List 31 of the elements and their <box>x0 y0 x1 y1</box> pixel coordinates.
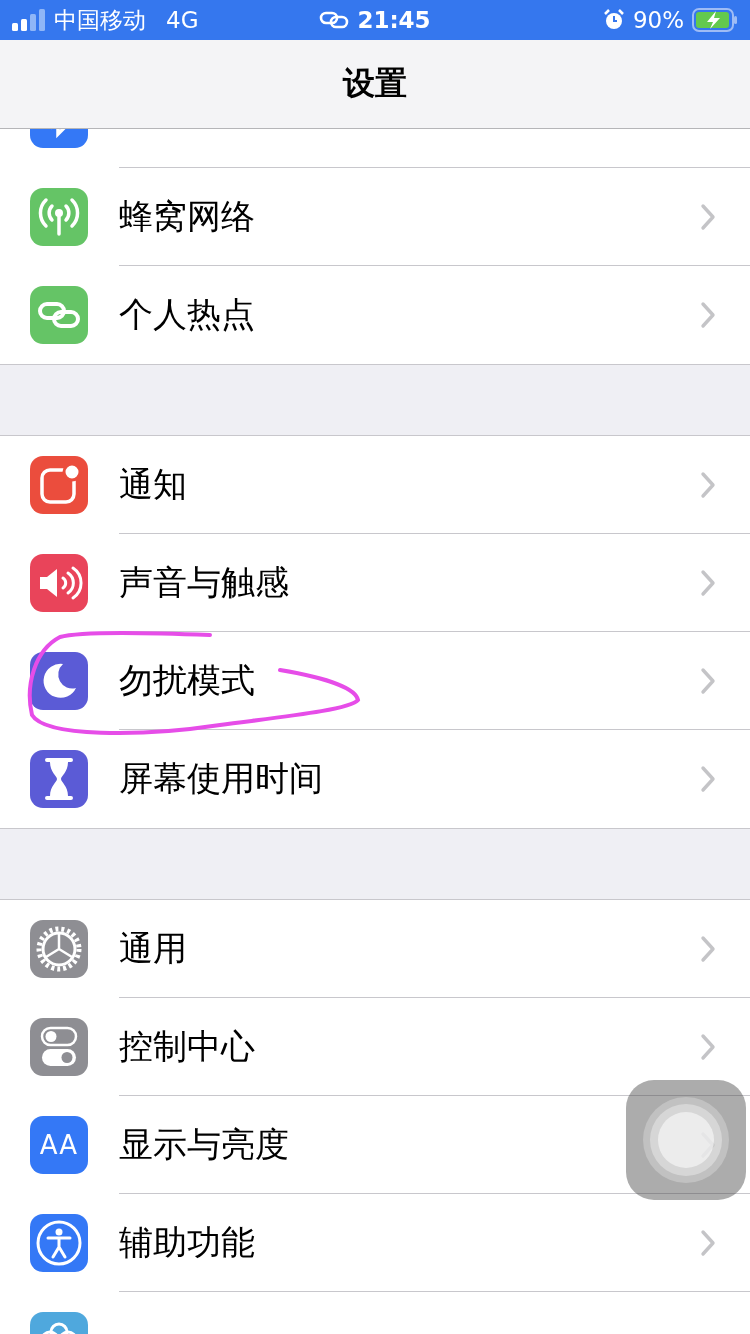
setting-label[interactable]: 通用 <box>119 925 187 972</box>
chevron-icon <box>700 666 716 695</box>
setting-label[interactable]: 显示与亮度 <box>119 1121 289 1168</box>
setting-label[interactable]: 蜂窝网络 <box>119 193 255 240</box>
chevron-icon <box>700 765 716 793</box>
battery-percent: 90% <box>632 7 684 33</box>
setting-label[interactable]: 屏幕使用时间 <box>119 756 323 802</box>
clock-time: 21:45 <box>357 7 431 33</box>
chevron-icon <box>700 1032 716 1061</box>
chevron-icon <box>700 568 716 597</box>
setting-label[interactable]: 辅助功能 <box>119 1219 255 1266</box>
setting-label[interactable]: 声音与触感 <box>119 559 289 606</box>
page-title: 设置 <box>343 63 407 104</box>
setting-label[interactable]: 通知 <box>119 461 187 508</box>
battery-charging-icon <box>692 8 738 32</box>
assistive-touch-button[interactable] <box>626 1080 746 1200</box>
icon-letters: AA <box>39 1130 79 1160</box>
signal-icon <box>12 9 46 31</box>
alarm-icon <box>602 9 625 31</box>
setting-label[interactable]: 控制中心 <box>119 1023 255 1070</box>
network-type: 4G <box>166 7 199 33</box>
chevron-icon <box>700 1228 716 1257</box>
setting-label[interactable]: 勿扰模式 <box>119 657 255 704</box>
chevron-icon <box>700 470 716 499</box>
carrier-name: 中国移动 <box>54 5 146 35</box>
chevron-icon <box>700 1130 716 1159</box>
link-icon <box>319 10 350 30</box>
chevron-icon <box>700 202 716 231</box>
chevron-icon <box>700 934 716 963</box>
setting-label[interactable]: 个人热点 <box>119 292 255 338</box>
chevron-icon <box>700 301 716 329</box>
